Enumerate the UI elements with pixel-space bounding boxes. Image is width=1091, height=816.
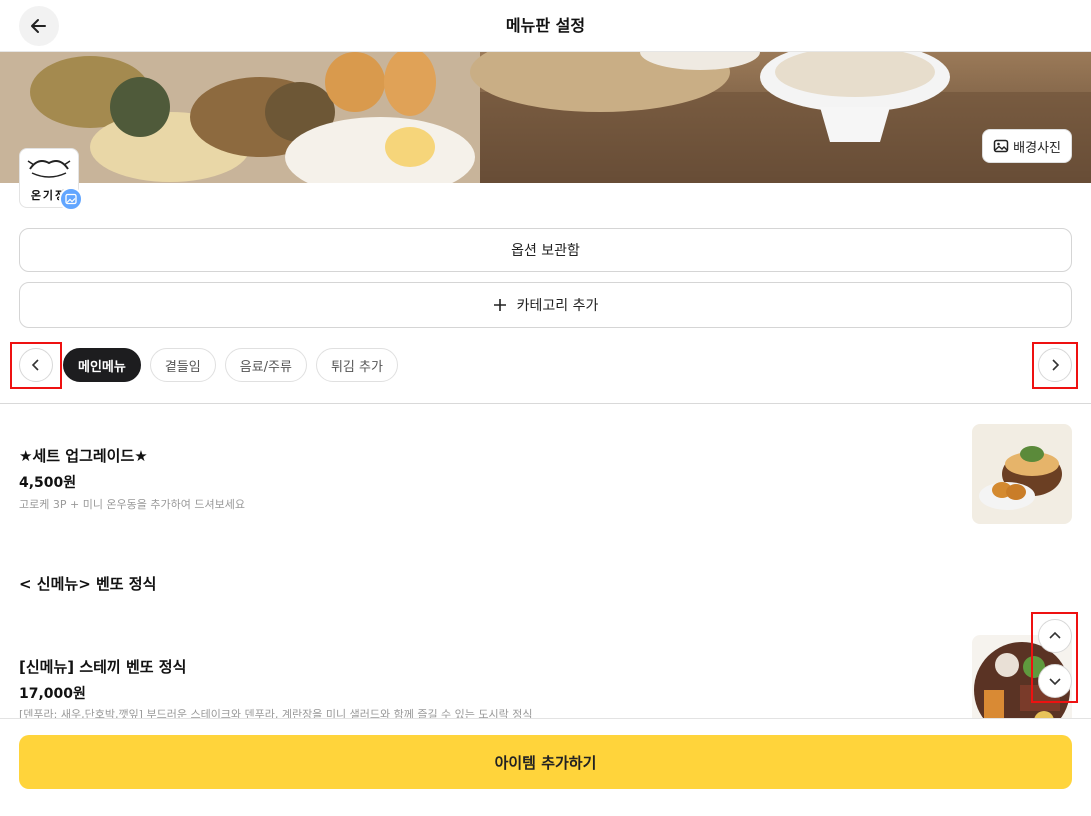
image-icon xyxy=(993,139,1009,153)
set-upgrade-photo xyxy=(979,446,1062,510)
highlight-box xyxy=(1031,612,1078,703)
tab-tempura-add[interactable]: 튀김 추가 xyxy=(315,348,398,382)
back-button[interactable] xyxy=(19,6,59,46)
bottom-bar: 아이템 추가하기 xyxy=(0,718,1091,816)
highlight-box xyxy=(1032,342,1078,389)
options-storage-button[interactable]: 옵션 보관함 xyxy=(19,228,1072,272)
highlight-box xyxy=(10,342,62,389)
banner-image: 배경사진 xyxy=(0,52,1091,183)
header-bar: 메뉴판 설정 xyxy=(0,0,1091,52)
menu-item-price: 17,000원 xyxy=(19,686,86,702)
add-category-button[interactable]: 카테고리 추가 xyxy=(19,282,1072,328)
tab-side-dishes[interactable]: 곁들임 xyxy=(149,348,216,382)
section-divider xyxy=(0,403,1091,404)
menu-item-name[interactable]: [신메뉴] 스테끼 벤또 정식 xyxy=(19,656,186,677)
arrow-left-icon xyxy=(31,19,46,33)
tab-main-menu[interactable]: 메인메뉴 xyxy=(63,348,141,382)
menu-item-name[interactable]: ★세트 업그레이드★ xyxy=(19,445,148,466)
add-category-label: 카테고리 추가 xyxy=(516,298,599,314)
options-storage-label: 옵션 보관함 xyxy=(511,243,580,259)
add-item-label: 아이템 추가하기 xyxy=(494,753,597,772)
add-item-button[interactable]: 아이템 추가하기 xyxy=(19,735,1072,789)
banner-photo xyxy=(0,52,1091,183)
section-title: < 신메뉴> 벤또 정식 xyxy=(19,575,157,593)
logo-artwork xyxy=(27,160,71,178)
background-photo-label: 배경사진 xyxy=(1013,140,1061,156)
tab-drinks[interactable]: 음료/주류 xyxy=(224,348,307,382)
menu-item-thumbnail[interactable] xyxy=(972,424,1072,524)
plus-icon xyxy=(493,299,506,311)
logo-edit-button[interactable] xyxy=(59,187,83,211)
store-logo[interactable]: 온기정 xyxy=(19,148,83,211)
menu-item-description: 고로케 3P + 미니 온우동을 추가하여 드셔보세요 xyxy=(19,498,245,511)
image-edit-icon xyxy=(65,193,77,205)
menu-item-price: 4,500원 xyxy=(19,475,77,491)
background-photo-button[interactable]: 배경사진 xyxy=(982,129,1072,163)
page-title: 메뉴판 설정 xyxy=(505,16,586,35)
category-tabs: 메인메뉴 곁들임 음료/주류 튀김 추가 xyxy=(63,348,398,382)
